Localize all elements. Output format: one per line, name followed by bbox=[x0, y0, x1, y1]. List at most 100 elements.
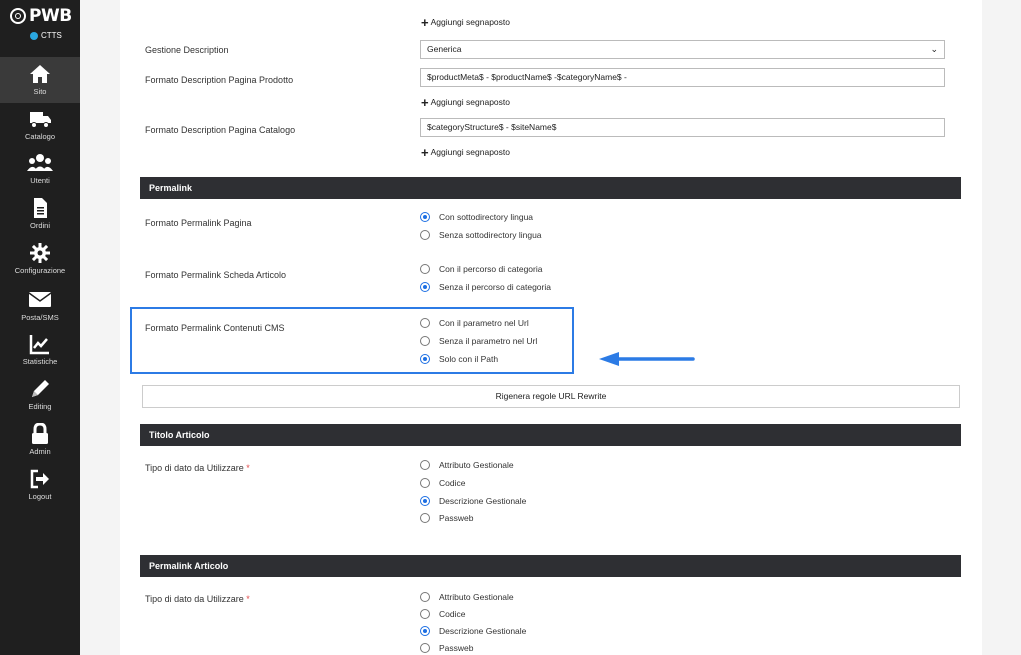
lock-icon bbox=[0, 423, 80, 445]
radio-unselected-icon bbox=[420, 318, 430, 328]
description-catalogo-value: $categoryStructure$ - $siteName$ bbox=[427, 122, 557, 132]
truck-icon bbox=[0, 108, 80, 130]
home-icon bbox=[0, 63, 80, 85]
sidebar-item-label: Ordini bbox=[29, 221, 50, 230]
radio-selected-icon bbox=[420, 496, 430, 506]
radio-con-percorso[interactable]: Con il percorso di categoria bbox=[420, 264, 542, 274]
pwb-logo[interactable]: PWB bbox=[10, 6, 72, 26]
radio-unselected-icon bbox=[420, 478, 430, 488]
radio-unselected-icon bbox=[420, 336, 430, 346]
radio-unselected-icon bbox=[420, 592, 430, 602]
gestione-description-value: Generica bbox=[427, 44, 462, 54]
radio-permalink-codice[interactable]: Codice bbox=[420, 609, 465, 619]
description-catalogo-label: Formato Description Pagina Catalogo bbox=[145, 125, 296, 135]
arrow-left-icon bbox=[597, 351, 697, 369]
radio-unselected-icon bbox=[420, 609, 430, 619]
required-mark: * bbox=[246, 594, 250, 604]
radio-label: Con sottodirectory lingua bbox=[439, 212, 534, 222]
radio-senza-percorso[interactable]: Senza il percorso di categoria bbox=[420, 282, 551, 292]
permalink-tipo-dato-label: Tipo di dato da Utilizzare * bbox=[145, 594, 250, 604]
permalink-tipo-dato-text: Tipo di dato da Utilizzare bbox=[145, 594, 244, 604]
sidebar-item-editing[interactable]: Editing bbox=[0, 378, 80, 411]
sidebar-item-admin[interactable]: Admin bbox=[0, 423, 80, 456]
pencil-icon bbox=[0, 378, 80, 400]
sidebar-item-logout[interactable]: Logout bbox=[0, 468, 80, 501]
add-placeholder-link[interactable]: + Aggiungi segnaposto bbox=[421, 14, 510, 30]
add-placeholder-label: Aggiungi segnaposto bbox=[430, 147, 510, 157]
radio-label: Passweb bbox=[439, 643, 474, 653]
regenerate-url-rewrite-button[interactable]: Rigenera regole URL Rewrite bbox=[142, 385, 960, 408]
sidebar-item-catalogo[interactable]: Catalogo bbox=[0, 108, 80, 141]
envelope-icon bbox=[0, 289, 80, 311]
gestione-description-label: Gestione Description bbox=[145, 45, 229, 55]
description-prodotto-input[interactable]: $productMeta$ - $productName$ -$category… bbox=[420, 68, 945, 87]
sidebar-item-posta-sms[interactable]: Posta/SMS bbox=[0, 289, 80, 322]
logout-icon bbox=[0, 468, 80, 490]
plus-icon: + bbox=[421, 94, 429, 110]
radio-label: Descrizione Gestionale bbox=[439, 496, 527, 506]
sidebar-item-sito[interactable]: Sito bbox=[0, 63, 80, 96]
status-dot-icon bbox=[30, 31, 38, 40]
titolo-tipo-dato-text: Tipo di dato da Utilizzare bbox=[145, 463, 244, 473]
radio-unselected-icon bbox=[420, 264, 430, 274]
radio-label: Senza il percorso di categoria bbox=[439, 282, 551, 292]
radio-permalink-attributo-gestionale[interactable]: Attributo Gestionale bbox=[420, 592, 514, 602]
sidebar-item-label: Statistiche bbox=[22, 357, 58, 366]
sidebar-item-label: Catalogo bbox=[24, 132, 56, 141]
radio-senza-parametro[interactable]: Senza il parametro nel Url bbox=[420, 336, 537, 346]
users-icon bbox=[0, 152, 80, 174]
chevron-down-icon: ⌄ bbox=[930, 44, 938, 54]
radio-titolo-codice[interactable]: Codice bbox=[420, 478, 465, 488]
radio-unselected-icon bbox=[420, 460, 430, 470]
add-placeholder-link[interactable]: + Aggiungi segnaposto bbox=[421, 146, 510, 159]
radio-titolo-descrizione-gestionale[interactable]: Descrizione Gestionale bbox=[420, 496, 526, 506]
radio-label: Con il parametro nel Url bbox=[439, 318, 529, 328]
add-placeholder-link[interactable]: + Aggiungi segnaposto bbox=[421, 94, 510, 110]
sidebar-item-label: Logout bbox=[28, 492, 52, 501]
radio-selected-icon bbox=[420, 354, 430, 364]
radio-con-parametro[interactable]: Con il parametro nel Url bbox=[420, 318, 529, 328]
radio-con-sottodirectory[interactable]: Con sottodirectory lingua bbox=[420, 212, 533, 222]
radio-permalink-passweb[interactable]: Passweb bbox=[420, 643, 474, 653]
radio-titolo-attributo-gestionale[interactable]: Attributo Gestionale bbox=[420, 460, 514, 470]
sidebar-item-label: Utenti bbox=[30, 176, 50, 185]
radio-permalink-descrizione-gestionale[interactable]: Descrizione Gestionale bbox=[420, 626, 526, 636]
radio-label: Senza il parametro nel Url bbox=[439, 336, 538, 346]
permalink-section-header: Permalink bbox=[140, 177, 961, 199]
site-name: CTTS bbox=[41, 31, 62, 40]
radio-selected-icon bbox=[420, 212, 430, 222]
radio-unselected-icon bbox=[420, 230, 430, 240]
site-selector[interactable]: CTTS bbox=[30, 31, 62, 40]
chart-icon bbox=[0, 333, 80, 355]
sidebar-item-configurazione[interactable]: Configurazione bbox=[0, 242, 80, 275]
sidebar-item-utenti[interactable]: Utenti bbox=[0, 152, 80, 185]
sidebar-item-label: Admin bbox=[29, 447, 51, 456]
sidebar-item-ordini[interactable]: Ordini bbox=[0, 197, 80, 230]
permalink-articolo-section-header: Permalink Articolo bbox=[140, 555, 961, 577]
titolo-articolo-section-header: Titolo Articolo bbox=[140, 424, 961, 446]
radio-label: Attributo Gestionale bbox=[439, 592, 514, 602]
radio-titolo-passweb[interactable]: Passweb bbox=[420, 513, 474, 523]
logo-text: PWB bbox=[29, 6, 72, 26]
plus-icon: + bbox=[421, 14, 429, 30]
radio-label: Con il percorso di categoria bbox=[439, 264, 543, 274]
permalink-scheda-label: Formato Permalink Scheda Articolo bbox=[145, 270, 287, 280]
sidebar-item-label: Posta/SMS bbox=[21, 313, 59, 322]
radio-label: Passweb bbox=[439, 513, 474, 523]
radio-label: Codice bbox=[439, 478, 466, 488]
permalink-pagina-label: Formato Permalink Pagina bbox=[145, 218, 252, 228]
sidebar: PWB CTTS Sito Catalogo Utenti Ordini Con… bbox=[0, 0, 80, 655]
radio-selected-icon bbox=[420, 282, 430, 292]
radio-senza-sottodirectory[interactable]: Senza sottodirectory lingua bbox=[420, 230, 542, 240]
right-margin bbox=[982, 0, 1021, 655]
document-icon bbox=[0, 197, 80, 219]
radio-label: Descrizione Gestionale bbox=[439, 626, 527, 636]
description-prodotto-value: $productMeta$ - $productName$ -$category… bbox=[427, 72, 627, 82]
gestione-description-select[interactable]: Generica ⌄ bbox=[420, 40, 945, 59]
description-catalogo-input[interactable]: $categoryStructure$ - $siteName$ bbox=[420, 118, 945, 137]
radio-solo-path[interactable]: Solo con il Path bbox=[420, 354, 498, 364]
sidebar-item-statistiche[interactable]: Statistiche bbox=[0, 333, 80, 366]
logo-icon bbox=[10, 8, 26, 24]
sidebar-item-label: Configurazione bbox=[14, 266, 66, 275]
radio-unselected-icon bbox=[420, 643, 430, 653]
